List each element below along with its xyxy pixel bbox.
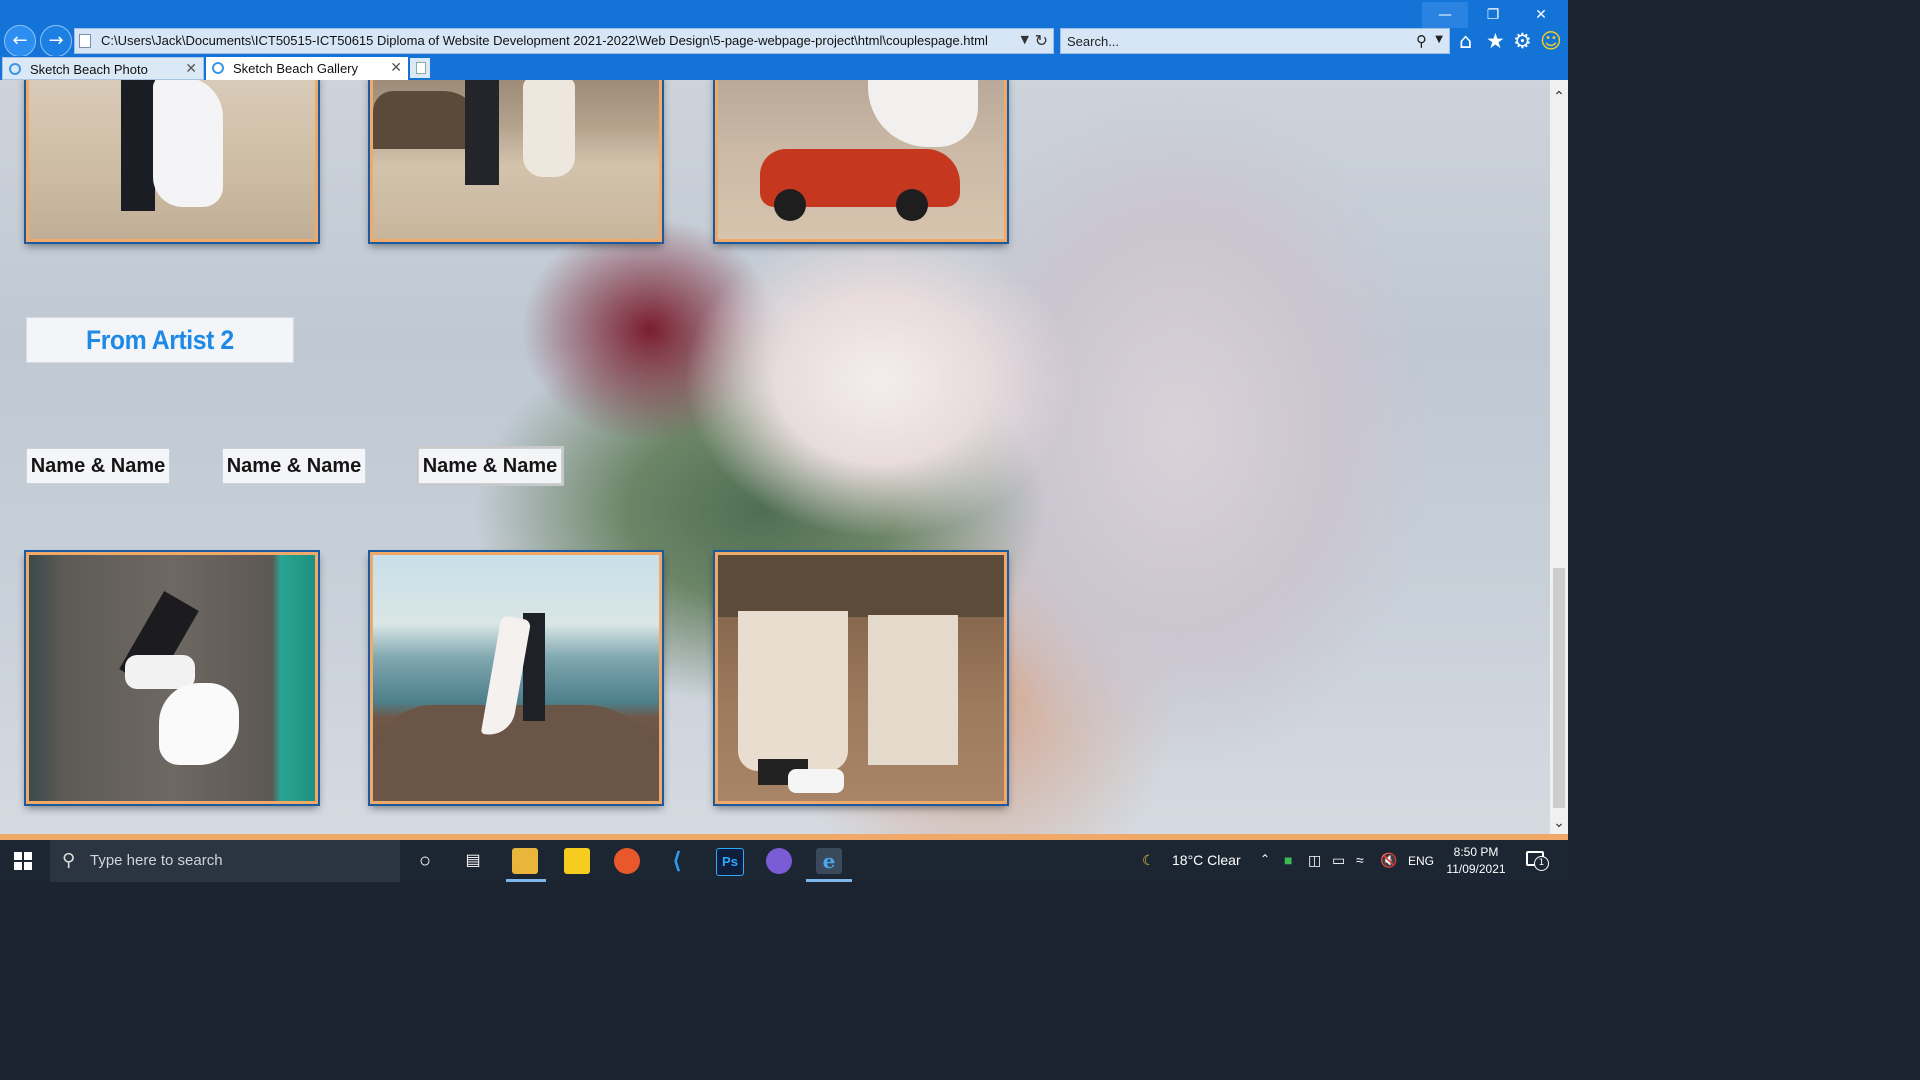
back-button[interactable]: ← bbox=[4, 25, 36, 57]
taskbar-search[interactable]: ⚲ Type here to search bbox=[50, 840, 400, 882]
volume-muted-icon[interactable]: 🔇 bbox=[1380, 852, 1397, 869]
notification-icon[interactable]: 1 bbox=[1526, 851, 1549, 871]
couple-name-button-3[interactable]: Name & Name bbox=[418, 448, 562, 484]
address-url[interactable]: C:\Users\Jack\Documents\ICT50515-ICT5061… bbox=[101, 33, 988, 48]
task-view-icon[interactable]: ▤ bbox=[460, 848, 486, 874]
file-explorer-icon[interactable] bbox=[512, 848, 538, 874]
taskbar-clock[interactable]: 8:50 PM 11/09/2021 bbox=[1440, 844, 1512, 878]
photo-wheel bbox=[774, 189, 806, 221]
chevron-down-icon[interactable]: ▼ bbox=[1021, 33, 1029, 46]
chevron-up-icon[interactable]: ⌃ bbox=[1260, 852, 1270, 866]
gallery-photo-red-convertible[interactable] bbox=[715, 80, 1007, 242]
photo-figure bbox=[121, 80, 155, 211]
browser-titlebar: — ❐ ✕ ← → C:\Users\Jack\Documents\ICT505… bbox=[0, 0, 1568, 57]
tab-bar: Sketch Beach Photo ✕ Sketch Beach Galler… bbox=[0, 56, 1568, 80]
wifi-icon[interactable]: ≈ bbox=[1356, 852, 1364, 868]
discord-icon[interactable] bbox=[766, 848, 792, 874]
active-app-indicator bbox=[506, 879, 546, 882]
page-scrollbar[interactable]: ⌃ ⌄ bbox=[1550, 80, 1568, 834]
chevron-down-icon[interactable]: ▼ bbox=[1435, 34, 1443, 45]
photo-dress bbox=[153, 80, 223, 207]
scrollbar-thumb[interactable] bbox=[1553, 568, 1565, 808]
browser-search-placeholder[interactable]: Search... bbox=[1067, 34, 1119, 49]
close-window-button[interactable]: ✕ bbox=[1518, 2, 1564, 28]
tab-label: Sketch Beach Gallery bbox=[233, 61, 359, 76]
ie-page-icon bbox=[212, 62, 224, 74]
refresh-icon[interactable]: ↻ bbox=[1035, 31, 1048, 50]
gallery-photo-couple-beach-walk[interactable] bbox=[370, 80, 662, 242]
search-icon: ⚲ bbox=[62, 850, 76, 871]
gallery-photo-couple-beach-embrace[interactable] bbox=[26, 80, 318, 242]
couple-name-button-2[interactable]: Name & Name bbox=[222, 448, 366, 484]
sticky-notes-icon[interactable] bbox=[564, 848, 590, 874]
tray-device-icon[interactable]: ◫ bbox=[1308, 852, 1321, 869]
minimize-button[interactable]: — bbox=[1422, 2, 1468, 28]
gallery-photo-couple-on-pier[interactable] bbox=[26, 552, 318, 804]
photo-veil bbox=[868, 80, 978, 147]
clock-date: 11/09/2021 bbox=[1446, 862, 1506, 876]
taskbar-search-placeholder[interactable]: Type here to search bbox=[90, 852, 223, 869]
tab-sketch-beach-photo[interactable]: Sketch Beach Photo ✕ bbox=[2, 57, 204, 80]
page-icon bbox=[79, 34, 91, 48]
home-icon[interactable]: ⌂ bbox=[1459, 30, 1472, 52]
photoshop-icon[interactable]: Ps bbox=[716, 848, 744, 876]
photo-trousers bbox=[868, 615, 958, 765]
tray-app-icon[interactable]: ■ bbox=[1284, 852, 1292, 868]
photo-figure bbox=[465, 80, 499, 185]
chevron-up-icon[interactable]: ⌃ bbox=[1550, 88, 1568, 106]
address-bar[interactable]: C:\Users\Jack\Documents\ICT50515-ICT5061… bbox=[74, 28, 1054, 54]
photo-jackets bbox=[718, 555, 1004, 617]
ie-page-icon bbox=[9, 63, 21, 75]
photo-dress bbox=[159, 683, 239, 765]
feedback-smiley-icon[interactable]: ☺ bbox=[1540, 30, 1562, 52]
vscode-icon[interactable]: ⟨ bbox=[664, 848, 690, 874]
cortana-icon[interactable]: ○ bbox=[412, 848, 438, 874]
photo-wheel bbox=[896, 189, 928, 221]
tab-label: Sketch Beach Photo bbox=[30, 62, 148, 77]
photo-rocks bbox=[373, 705, 659, 801]
notification-count: 1 bbox=[1534, 856, 1549, 871]
clock-time: 8:50 PM bbox=[1453, 845, 1499, 859]
new-tab-button[interactable] bbox=[410, 58, 430, 78]
browser-search-box[interactable]: Search... ⚲ ▼ bbox=[1060, 28, 1450, 54]
artist-heading: From Artist 2 bbox=[26, 317, 294, 363]
tab-sketch-beach-gallery[interactable]: Sketch Beach Gallery ✕ bbox=[206, 57, 408, 80]
firefox-icon[interactable] bbox=[614, 848, 640, 874]
gallery-photo-couple-on-rocks[interactable] bbox=[370, 552, 662, 804]
couple-name-button-1[interactable]: Name & Name bbox=[26, 448, 170, 484]
active-app-indicator bbox=[806, 879, 852, 882]
restore-button[interactable]: ❐ bbox=[1470, 2, 1516, 28]
windows-taskbar: ⚲ Type here to search ○ ▤ ⟨ Ps e ☾ 18°C … bbox=[0, 840, 1568, 882]
favorites-star-icon[interactable]: ★ bbox=[1486, 30, 1505, 52]
close-icon[interactable]: ✕ bbox=[390, 59, 402, 76]
close-icon[interactable]: ✕ bbox=[185, 60, 197, 77]
weather-text[interactable]: 18°C Clear bbox=[1172, 852, 1241, 868]
settings-gear-icon[interactable]: ⚙ bbox=[1513, 30, 1532, 52]
forward-button[interactable]: → bbox=[40, 25, 72, 57]
photo-figure-shirt bbox=[125, 655, 195, 689]
gallery-photo-couple-holding-hands[interactable] bbox=[715, 552, 1007, 804]
photo-skirt bbox=[738, 611, 848, 771]
windows-start-icon[interactable] bbox=[14, 852, 32, 870]
photo-dress bbox=[523, 80, 575, 177]
language-indicator[interactable]: ENG bbox=[1408, 854, 1434, 868]
internet-explorer-icon[interactable]: e bbox=[816, 848, 842, 874]
photo-shoe bbox=[788, 769, 844, 793]
moon-icon: ☾ bbox=[1142, 852, 1155, 868]
page-content: From Artist 2 Name & Name Name & Name Na… bbox=[0, 80, 1550, 834]
search-icon[interactable]: ⚲ bbox=[1416, 32, 1427, 50]
chevron-down-icon[interactable]: ⌄ bbox=[1550, 814, 1568, 832]
battery-icon[interactable]: ▭ bbox=[1332, 852, 1345, 869]
